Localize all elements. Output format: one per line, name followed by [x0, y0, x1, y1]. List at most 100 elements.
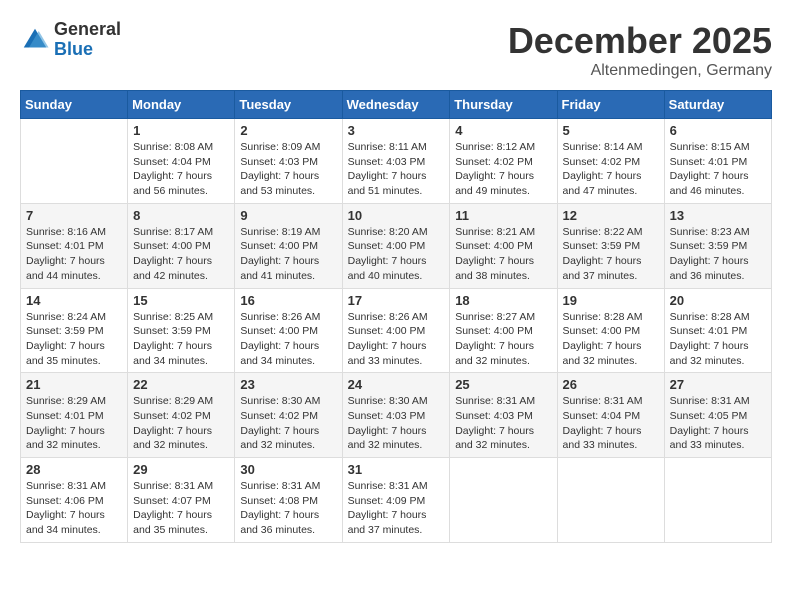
day-number: 29 [133, 462, 229, 477]
day-number: 5 [563, 123, 659, 138]
day-info: Sunrise: 8:31 AM Sunset: 4:06 PM Dayligh… [26, 479, 122, 538]
day-number: 8 [133, 208, 229, 223]
day-info: Sunrise: 8:31 AM Sunset: 4:08 PM Dayligh… [240, 479, 336, 538]
logo-general-text: General [54, 20, 121, 40]
calendar-cell: 10 Sunrise: 8:20 AM Sunset: 4:00 PM Dayli… [342, 203, 450, 288]
day-info: Sunrise: 8:31 AM Sunset: 4:09 PM Dayligh… [348, 479, 445, 538]
day-number: 19 [563, 293, 659, 308]
day-info: Sunrise: 8:31 AM Sunset: 4:03 PM Dayligh… [455, 394, 551, 453]
day-number: 24 [348, 377, 445, 392]
calendar-week-row: 21 Sunrise: 8:29 AM Sunset: 4:01 PM Dayli… [21, 373, 772, 458]
calendar-cell: 14 Sunrise: 8:24 AM Sunset: 3:59 PM Dayli… [21, 288, 128, 373]
weekday-header-monday: Monday [128, 91, 235, 119]
day-number: 20 [670, 293, 766, 308]
calendar-week-row: 28 Sunrise: 8:31 AM Sunset: 4:06 PM Dayli… [21, 458, 772, 543]
day-number: 15 [133, 293, 229, 308]
calendar-week-row: 14 Sunrise: 8:24 AM Sunset: 3:59 PM Dayli… [21, 288, 772, 373]
calendar-cell: 21 Sunrise: 8:29 AM Sunset: 4:01 PM Dayli… [21, 373, 128, 458]
day-info: Sunrise: 8:28 AM Sunset: 4:01 PM Dayligh… [670, 310, 766, 369]
day-info: Sunrise: 8:16 AM Sunset: 4:01 PM Dayligh… [26, 225, 122, 284]
day-number: 13 [670, 208, 766, 223]
day-number: 30 [240, 462, 336, 477]
day-number: 14 [26, 293, 122, 308]
weekday-header-sunday: Sunday [21, 91, 128, 119]
calendar-cell: 20 Sunrise: 8:28 AM Sunset: 4:01 PM Dayli… [664, 288, 771, 373]
page-header: General Blue December 2025 Altenmedingen… [20, 20, 772, 80]
day-info: Sunrise: 8:19 AM Sunset: 4:00 PM Dayligh… [240, 225, 336, 284]
calendar-cell: 1 Sunrise: 8:08 AM Sunset: 4:04 PM Daylig… [128, 119, 235, 204]
day-info: Sunrise: 8:26 AM Sunset: 4:00 PM Dayligh… [348, 310, 445, 369]
calendar-header-row: SundayMondayTuesdayWednesdayThursdayFrid… [21, 91, 772, 119]
day-number: 26 [563, 377, 659, 392]
day-number: 4 [455, 123, 551, 138]
day-number: 11 [455, 208, 551, 223]
day-number: 22 [133, 377, 229, 392]
calendar-cell: 28 Sunrise: 8:31 AM Sunset: 4:06 PM Dayli… [21, 458, 128, 543]
calendar-cell: 3 Sunrise: 8:11 AM Sunset: 4:03 PM Daylig… [342, 119, 450, 204]
weekday-header-wednesday: Wednesday [342, 91, 450, 119]
calendar-cell: 31 Sunrise: 8:31 AM Sunset: 4:09 PM Dayli… [342, 458, 450, 543]
day-info: Sunrise: 8:08 AM Sunset: 4:04 PM Dayligh… [133, 140, 229, 199]
day-number: 27 [670, 377, 766, 392]
day-info: Sunrise: 8:22 AM Sunset: 3:59 PM Dayligh… [563, 225, 659, 284]
day-info: Sunrise: 8:14 AM Sunset: 4:02 PM Dayligh… [563, 140, 659, 199]
calendar-cell: 25 Sunrise: 8:31 AM Sunset: 4:03 PM Dayli… [450, 373, 557, 458]
day-number: 1 [133, 123, 229, 138]
calendar-table: SundayMondayTuesdayWednesdayThursdayFrid… [20, 90, 772, 543]
day-number: 23 [240, 377, 336, 392]
day-number: 3 [348, 123, 445, 138]
day-number: 31 [348, 462, 445, 477]
logo: General Blue [20, 20, 121, 60]
day-info: Sunrise: 8:12 AM Sunset: 4:02 PM Dayligh… [455, 140, 551, 199]
day-number: 17 [348, 293, 445, 308]
calendar-cell: 29Sunrise: 8:31 AM Sunset: 4:07 PM Dayli… [128, 458, 235, 543]
calendar-cell: 23Sunrise: 8:30 AM Sunset: 4:02 PM Dayli… [235, 373, 342, 458]
weekday-header-tuesday: Tuesday [235, 91, 342, 119]
calendar-cell [21, 119, 128, 204]
calendar-cell: 18Sunrise: 8:27 AM Sunset: 4:00 PM Dayli… [450, 288, 557, 373]
weekday-header-saturday: Saturday [664, 91, 771, 119]
day-number: 9 [240, 208, 336, 223]
calendar-cell: 30 Sunrise: 8:31 AM Sunset: 4:08 PM Dayli… [235, 458, 342, 543]
day-number: 2 [240, 123, 336, 138]
day-number: 25 [455, 377, 551, 392]
day-number: 7 [26, 208, 122, 223]
day-info: Sunrise: 8:24 AM Sunset: 3:59 PM Dayligh… [26, 310, 122, 369]
calendar-cell: 4 Sunrise: 8:12 AM Sunset: 4:02 PM Daylig… [450, 119, 557, 204]
calendar-cell: 27 Sunrise: 8:31 AM Sunset: 4:05 PM Dayli… [664, 373, 771, 458]
calendar-cell: 12Sunrise: 8:22 AM Sunset: 3:59 PM Dayli… [557, 203, 664, 288]
day-info: Sunrise: 8:09 AM Sunset: 4:03 PM Dayligh… [240, 140, 336, 199]
day-info: Sunrise: 8:29 AM Sunset: 4:02 PM Dayligh… [133, 394, 229, 453]
calendar-cell [557, 458, 664, 543]
day-info: Sunrise: 8:28 AM Sunset: 4:00 PM Dayligh… [563, 310, 659, 369]
day-number: 16 [240, 293, 336, 308]
day-info: Sunrise: 8:11 AM Sunset: 4:03 PM Dayligh… [348, 140, 445, 199]
calendar-cell: 2 Sunrise: 8:09 AM Sunset: 4:03 PM Daylig… [235, 119, 342, 204]
day-info: Sunrise: 8:20 AM Sunset: 4:00 PM Dayligh… [348, 225, 445, 284]
title-block: December 2025 Altenmedingen, Germany [508, 20, 772, 80]
day-info: Sunrise: 8:29 AM Sunset: 4:01 PM Dayligh… [26, 394, 122, 453]
calendar-cell: 19 Sunrise: 8:28 AM Sunset: 4:00 PM Dayli… [557, 288, 664, 373]
calendar-cell: 11Sunrise: 8:21 AM Sunset: 4:00 PM Dayli… [450, 203, 557, 288]
weekday-header-friday: Friday [557, 91, 664, 119]
calendar-cell: 5 Sunrise: 8:14 AM Sunset: 4:02 PM Daylig… [557, 119, 664, 204]
day-info: Sunrise: 8:30 AM Sunset: 4:03 PM Dayligh… [348, 394, 445, 453]
calendar-cell: 7 Sunrise: 8:16 AM Sunset: 4:01 PM Daylig… [21, 203, 128, 288]
calendar-week-row: 1 Sunrise: 8:08 AM Sunset: 4:04 PM Daylig… [21, 119, 772, 204]
calendar-cell: 13Sunrise: 8:23 AM Sunset: 3:59 PM Dayli… [664, 203, 771, 288]
day-number: 10 [348, 208, 445, 223]
calendar-cell: 16 Sunrise: 8:26 AM Sunset: 4:00 PM Dayli… [235, 288, 342, 373]
calendar-cell: 22 Sunrise: 8:29 AM Sunset: 4:02 PM Dayli… [128, 373, 235, 458]
day-info: Sunrise: 8:26 AM Sunset: 4:00 PM Dayligh… [240, 310, 336, 369]
day-number: 21 [26, 377, 122, 392]
calendar-cell: 24 Sunrise: 8:30 AM Sunset: 4:03 PM Dayli… [342, 373, 450, 458]
month-title: December 2025 [508, 20, 772, 62]
day-info: Sunrise: 8:17 AM Sunset: 4:00 PM Dayligh… [133, 225, 229, 284]
calendar-cell: 17 Sunrise: 8:26 AM Sunset: 4:00 PM Dayli… [342, 288, 450, 373]
day-number: 28 [26, 462, 122, 477]
weekday-header-thursday: Thursday [450, 91, 557, 119]
location-subtitle: Altenmedingen, Germany [508, 62, 772, 80]
day-info: Sunrise: 8:27 AM Sunset: 4:00 PM Dayligh… [455, 310, 551, 369]
day-info: Sunrise: 8:25 AM Sunset: 3:59 PM Dayligh… [133, 310, 229, 369]
day-info: Sunrise: 8:31 AM Sunset: 4:05 PM Dayligh… [670, 394, 766, 453]
